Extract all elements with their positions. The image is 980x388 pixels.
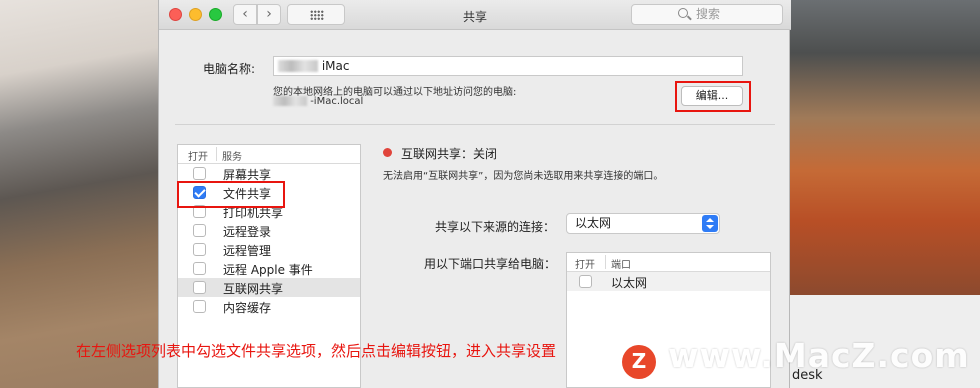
ports-label: 用以下端口共享给电脑： xyxy=(424,257,557,271)
local-address: -iMac.local xyxy=(273,96,363,107)
service-row[interactable]: 远程 Apple 事件 xyxy=(178,259,360,278)
computer-name-field[interactable]: iMac xyxy=(273,56,743,76)
computer-name-value: iMac xyxy=(321,59,350,73)
instruction-caption: 在左侧选项列表中勾选文件共享选项，然后点击编辑按钮，进入共享设置 xyxy=(76,342,557,360)
sharing-preferences-window: ‹ › 共享 搜索 电脑名称: iMac 您的本地网络上的电脑可以通过以下地址访… xyxy=(158,0,791,388)
header-service: 服务 xyxy=(222,152,242,163)
port-list-header: 打开 端口 xyxy=(567,253,770,272)
local-address-text: -iMac.local xyxy=(310,96,364,107)
edit-button-highlight xyxy=(675,81,751,112)
header-divider xyxy=(216,147,217,161)
service-row[interactable]: 内容缓存 xyxy=(178,297,360,316)
dropdown-arrows-icon xyxy=(702,215,718,232)
port-row[interactable]: 以太网 xyxy=(567,272,770,291)
section-divider xyxy=(175,124,775,125)
desktop-wallpaper-right xyxy=(790,0,980,295)
status-text: 互联网共享：关闭 xyxy=(401,147,498,161)
header-on: 打开 xyxy=(188,152,208,163)
service-list-header: 打开 服务 xyxy=(178,145,360,164)
share-from-label: 共享以下来源的连接： xyxy=(435,220,556,234)
redacted-address-blur xyxy=(273,96,307,106)
service-row[interactable]: 互联网共享 xyxy=(178,278,360,297)
file-sharing-highlight xyxy=(177,181,285,208)
search-input[interactable]: 搜索 xyxy=(631,4,783,25)
service-label: 远程管理 xyxy=(223,244,272,258)
service-label: 远程登录 xyxy=(223,225,272,239)
search-placeholder: 搜索 xyxy=(696,7,721,21)
share-from-value: 以太网 xyxy=(575,216,612,230)
service-label: 远程 Apple 事件 xyxy=(223,263,313,277)
share-from-select[interactable]: 以太网 xyxy=(566,213,720,234)
port-header-divider xyxy=(605,255,606,269)
computer-name-label: 电脑名称: xyxy=(203,62,256,76)
title-bar: ‹ › 共享 搜索 xyxy=(159,0,791,30)
service-label: 互联网共享 xyxy=(223,282,284,296)
watermark-text: www.MacZ.com xyxy=(668,336,970,375)
search-icon xyxy=(678,8,688,18)
status-note: 无法启用“互联网共享”，因为您尚未选取用来共享连接的端口。 xyxy=(383,171,664,182)
service-checkbox[interactable] xyxy=(193,300,206,313)
service-checkbox[interactable] xyxy=(193,167,206,180)
service-label: 内容缓存 xyxy=(223,301,272,315)
status-indicator xyxy=(383,148,392,157)
port-checkbox[interactable] xyxy=(579,275,592,288)
desktop-wallpaper-left xyxy=(0,0,160,388)
service-checkbox[interactable] xyxy=(193,243,206,256)
watermark-logo: Z xyxy=(622,345,656,379)
port-header-port: 端口 xyxy=(611,260,631,271)
service-row[interactable]: 远程登录 xyxy=(178,221,360,240)
port-label: 以太网 xyxy=(611,276,648,290)
redacted-name-blur xyxy=(278,60,318,72)
service-checkbox[interactable] xyxy=(193,262,206,275)
port-header-on: 打开 xyxy=(575,260,595,271)
service-checkbox[interactable] xyxy=(193,281,206,294)
service-row[interactable]: 远程管理 xyxy=(178,240,360,259)
service-checkbox[interactable] xyxy=(193,224,206,237)
